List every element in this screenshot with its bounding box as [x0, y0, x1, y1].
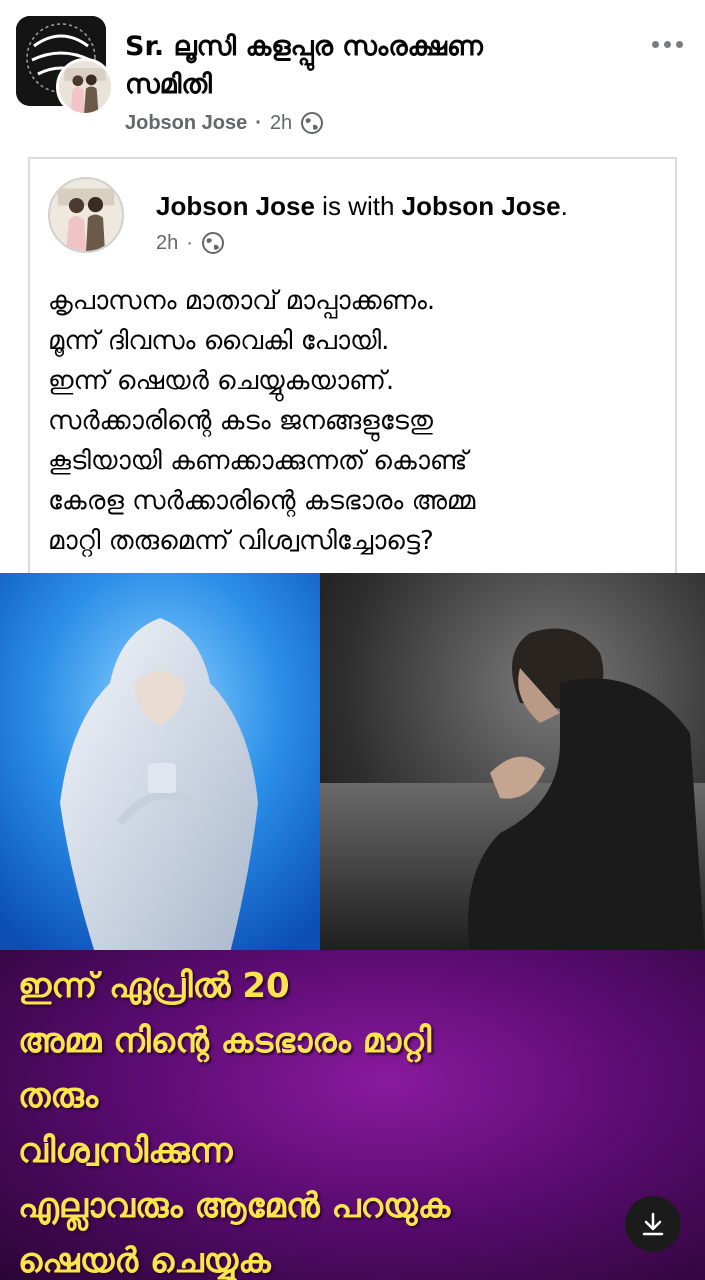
caption-line: തരും: [18, 1076, 99, 1116]
post-text-line: കൂടിയായി കണക്കാക്കുന്നത് കൊണ്ട്: [48, 446, 468, 476]
shared-author-avatar[interactable]: [48, 177, 124, 253]
post-image[interactable]: ഇന്ന് ഏപ്രിൽ 20 അമ്മ നിന്റെ കടഭാരം മാറ്റ…: [0, 573, 705, 1280]
group-name[interactable]: Sr. ലൂസി കളപ്പുര സംരക്ഷണ സമിതി: [125, 28, 625, 104]
post-text-line: മൂന്ന് ദിവസം വൈകി പോയി.: [48, 326, 390, 356]
caption-line: ഷെയർ ചെയ്യുക: [18, 1241, 271, 1280]
post-body-text: കൃപാസനം മാതാവ് മാപ്പാക്കണം. മൂന്ന് ദിവസം…: [48, 281, 658, 561]
post-text-line: ഇന്ന് ഷെയർ ചെയ്യുകയാണ്.: [48, 366, 395, 396]
shared-post-headline: Jobson Jose is with Jobson Jose.: [156, 191, 568, 222]
caption-line: അമ്മ നിന്റെ കടഭാരം മാറ്റി: [18, 1021, 432, 1061]
post-text-line: മാറ്റി തരുമെന്ന് വിശ്വസിച്ചോട്ടെ?: [48, 526, 434, 556]
more-options-icon[interactable]: [647, 34, 687, 54]
post-image-artwork: [0, 573, 705, 953]
group-name-line2: സമിതി: [125, 69, 212, 100]
shared-author-name[interactable]: Jobson Jose: [156, 191, 315, 221]
shared-meta-separator: ·: [186, 231, 193, 254]
post-text-line: സർക്കാരിന്റെ കടം ജനങ്ങളുടേതു: [48, 406, 433, 436]
shared-post-meta: 2h ·: [156, 231, 225, 255]
shared-post-time[interactable]: 2h: [156, 232, 178, 255]
post-time[interactable]: 2h: [270, 112, 292, 135]
group-name-line1: Sr. ലൂസി കളപ്പുര സംരക്ഷണ: [125, 31, 483, 62]
post-meta: Jobson Jose · 2h: [125, 111, 324, 135]
headline-period: .: [560, 191, 568, 221]
download-button[interactable]: [625, 1196, 681, 1252]
author-avatar[interactable]: [56, 58, 114, 116]
post-text-line: കേരള സർക്കാരിന്റെ കടഭാരം അമ്മ: [48, 486, 476, 516]
author-photo: [59, 61, 111, 113]
author-name[interactable]: Jobson Jose: [125, 112, 247, 135]
shared-post-card[interactable]: Jobson Jose is with Jobson Jose. 2h · കൃ…: [28, 157, 677, 587]
download-icon: [642, 1212, 664, 1236]
globe-icon: [201, 232, 224, 254]
tagged-person[interactable]: Jobson Jose: [402, 191, 561, 221]
meta-separator: ·: [255, 111, 262, 134]
image-caption: ഇന്ന് ഏപ്രിൽ 20 അമ്മ നിന്റെ കടഭാരം മാറ്റ…: [18, 959, 698, 1280]
post-header: Sr. ലൂസി കളപ്പുര സംരക്ഷണ സമിതി Jobson Jo…: [0, 0, 705, 150]
caption-line: വിശ്വസിക്കുന്ന: [18, 1131, 233, 1171]
caption-line: ഇന്ന് ഏപ്രിൽ 20: [18, 966, 290, 1006]
globe-icon: [301, 112, 324, 134]
with-text: is with: [314, 191, 402, 221]
post-text-line: കൃപാസനം മാതാവ് മാപ്പാക്കണം.: [48, 286, 436, 316]
caption-line: എല്ലാവരും ആമേൻ പറയുക: [18, 1186, 451, 1226]
shared-author-photo: [50, 179, 122, 251]
